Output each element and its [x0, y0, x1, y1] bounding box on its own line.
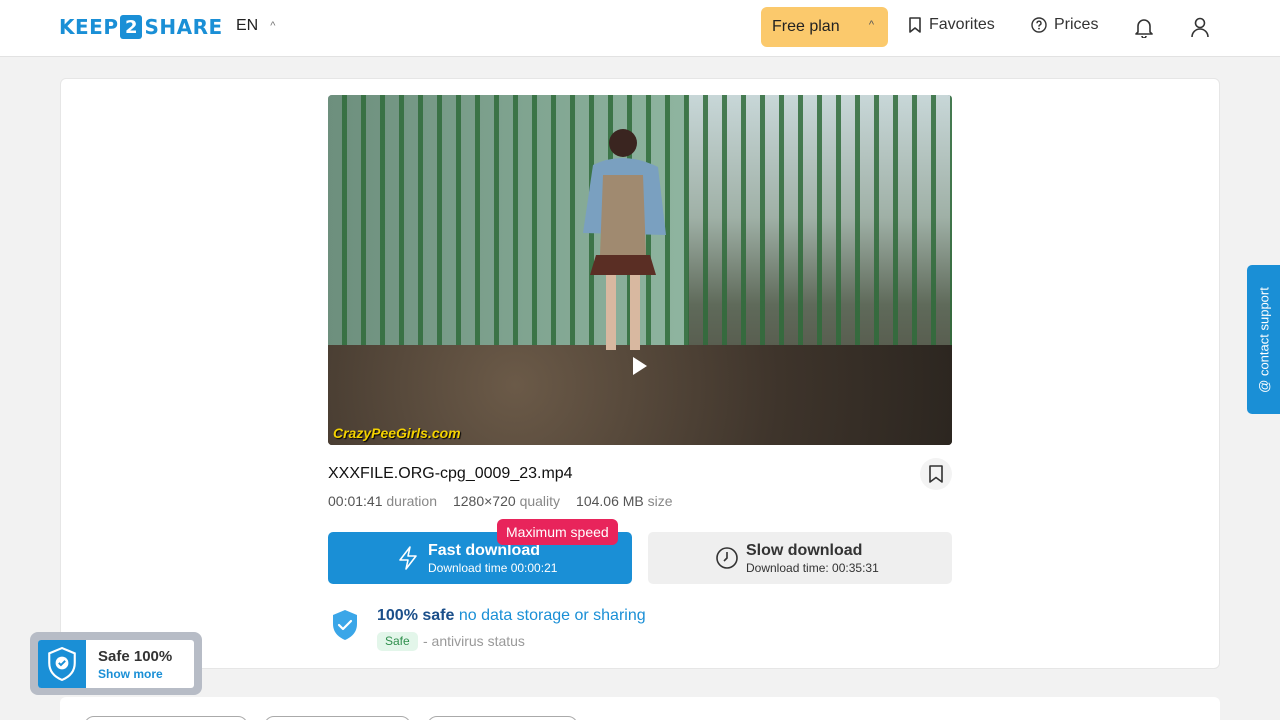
safety-statement: 100% safe no data storage or sharing — [377, 607, 646, 625]
file-meta: 00:01:41 duration 1280×720 quality 104.0… — [328, 493, 673, 509]
logo[interactable]: KEEP 2 SHARE — [59, 14, 223, 40]
duration-meta: 00:01:41 duration — [328, 493, 437, 509]
play-icon[interactable] — [633, 357, 647, 375]
fast-download-time: Download time 00:00:21 — [428, 561, 558, 575]
favorites-link[interactable]: Favorites — [908, 16, 995, 34]
tag-pill[interactable] — [84, 716, 248, 720]
duration-value: 00:01:41 — [328, 493, 383, 509]
bookmark-icon — [909, 17, 921, 33]
antivirus-badge: Safe — [377, 632, 418, 651]
chevron-up-icon: ^ — [868, 19, 874, 31]
shield-check-icon — [48, 647, 76, 681]
tag-pill[interactable] — [264, 716, 411, 720]
safe-badge-inner: Safe 100% Show more — [38, 640, 194, 688]
show-more-link[interactable]: Show more — [98, 667, 163, 681]
prices-label: Prices — [1054, 16, 1099, 33]
user-icon — [1191, 17, 1209, 38]
max-speed-badge: Maximum speed — [497, 519, 618, 545]
shield-check-icon — [333, 610, 357, 640]
logo-text-left: KEEP — [59, 15, 119, 39]
size-value: 104.06 MB — [576, 493, 644, 509]
add-favorite-button[interactable] — [920, 458, 952, 490]
logo-text-right: SHARE — [144, 15, 223, 39]
lightning-icon — [399, 546, 417, 570]
size-meta: 104.06 MB size — [576, 493, 673, 509]
plan-label: Free plan — [772, 18, 840, 35]
logo-number: 2 — [120, 15, 143, 39]
bell-icon — [1135, 19, 1153, 38]
top-header: KEEP 2 SHARE EN ^ Free plan ^ Favorites … — [0, 0, 1280, 57]
bookmark-icon — [929, 465, 943, 483]
slow-download-title: Slow download — [746, 542, 863, 559]
safety-bold: 100% safe — [377, 607, 455, 624]
safe-badge-widget[interactable]: Safe 100% Show more — [30, 632, 202, 695]
contact-support-label: @ contact support — [1256, 286, 1271, 393]
favorites-label: Favorites — [929, 16, 995, 33]
plan-button[interactable]: Free plan ^ — [761, 7, 888, 47]
chevron-up-icon: ^ — [270, 20, 276, 32]
account-button[interactable] — [1187, 14, 1213, 40]
slow-download-button[interactable]: Slow download Download time: 00:35:31 — [648, 532, 952, 584]
quality-value: 1280×720 — [452, 493, 516, 509]
tag-pill[interactable] — [427, 716, 578, 720]
video-figure — [583, 129, 666, 350]
notifications-button[interactable] — [1131, 14, 1157, 40]
quality-label: quality — [519, 493, 561, 509]
file-name: XXXFILE.ORG-cpg_0009_23.mp4 — [328, 465, 573, 482]
safety-note: no data storage or sharing — [458, 607, 646, 624]
video-watermark: CrazyPeeGirls.com — [333, 425, 461, 441]
duration-label: duration — [386, 493, 437, 509]
antivirus-status: - antivirus status — [423, 633, 525, 649]
help-circle-icon — [1031, 17, 1047, 33]
language-selector[interactable]: EN ^ — [236, 17, 275, 35]
size-label: size — [647, 493, 673, 509]
safe-badge-title: Safe 100% — [98, 648, 173, 665]
slow-download-time: Download time: 00:35:31 — [746, 561, 879, 575]
quality-meta: 1280×720 quality — [453, 493, 560, 509]
clock-icon — [716, 547, 738, 569]
language-label: EN — [236, 17, 259, 34]
video-preview[interactable]: CrazyPeeGirls.com — [328, 95, 952, 445]
safe-badge-shield — [38, 640, 86, 688]
contact-support-tab[interactable]: @ contact support — [1247, 265, 1280, 414]
prices-link[interactable]: Prices — [1031, 16, 1098, 34]
